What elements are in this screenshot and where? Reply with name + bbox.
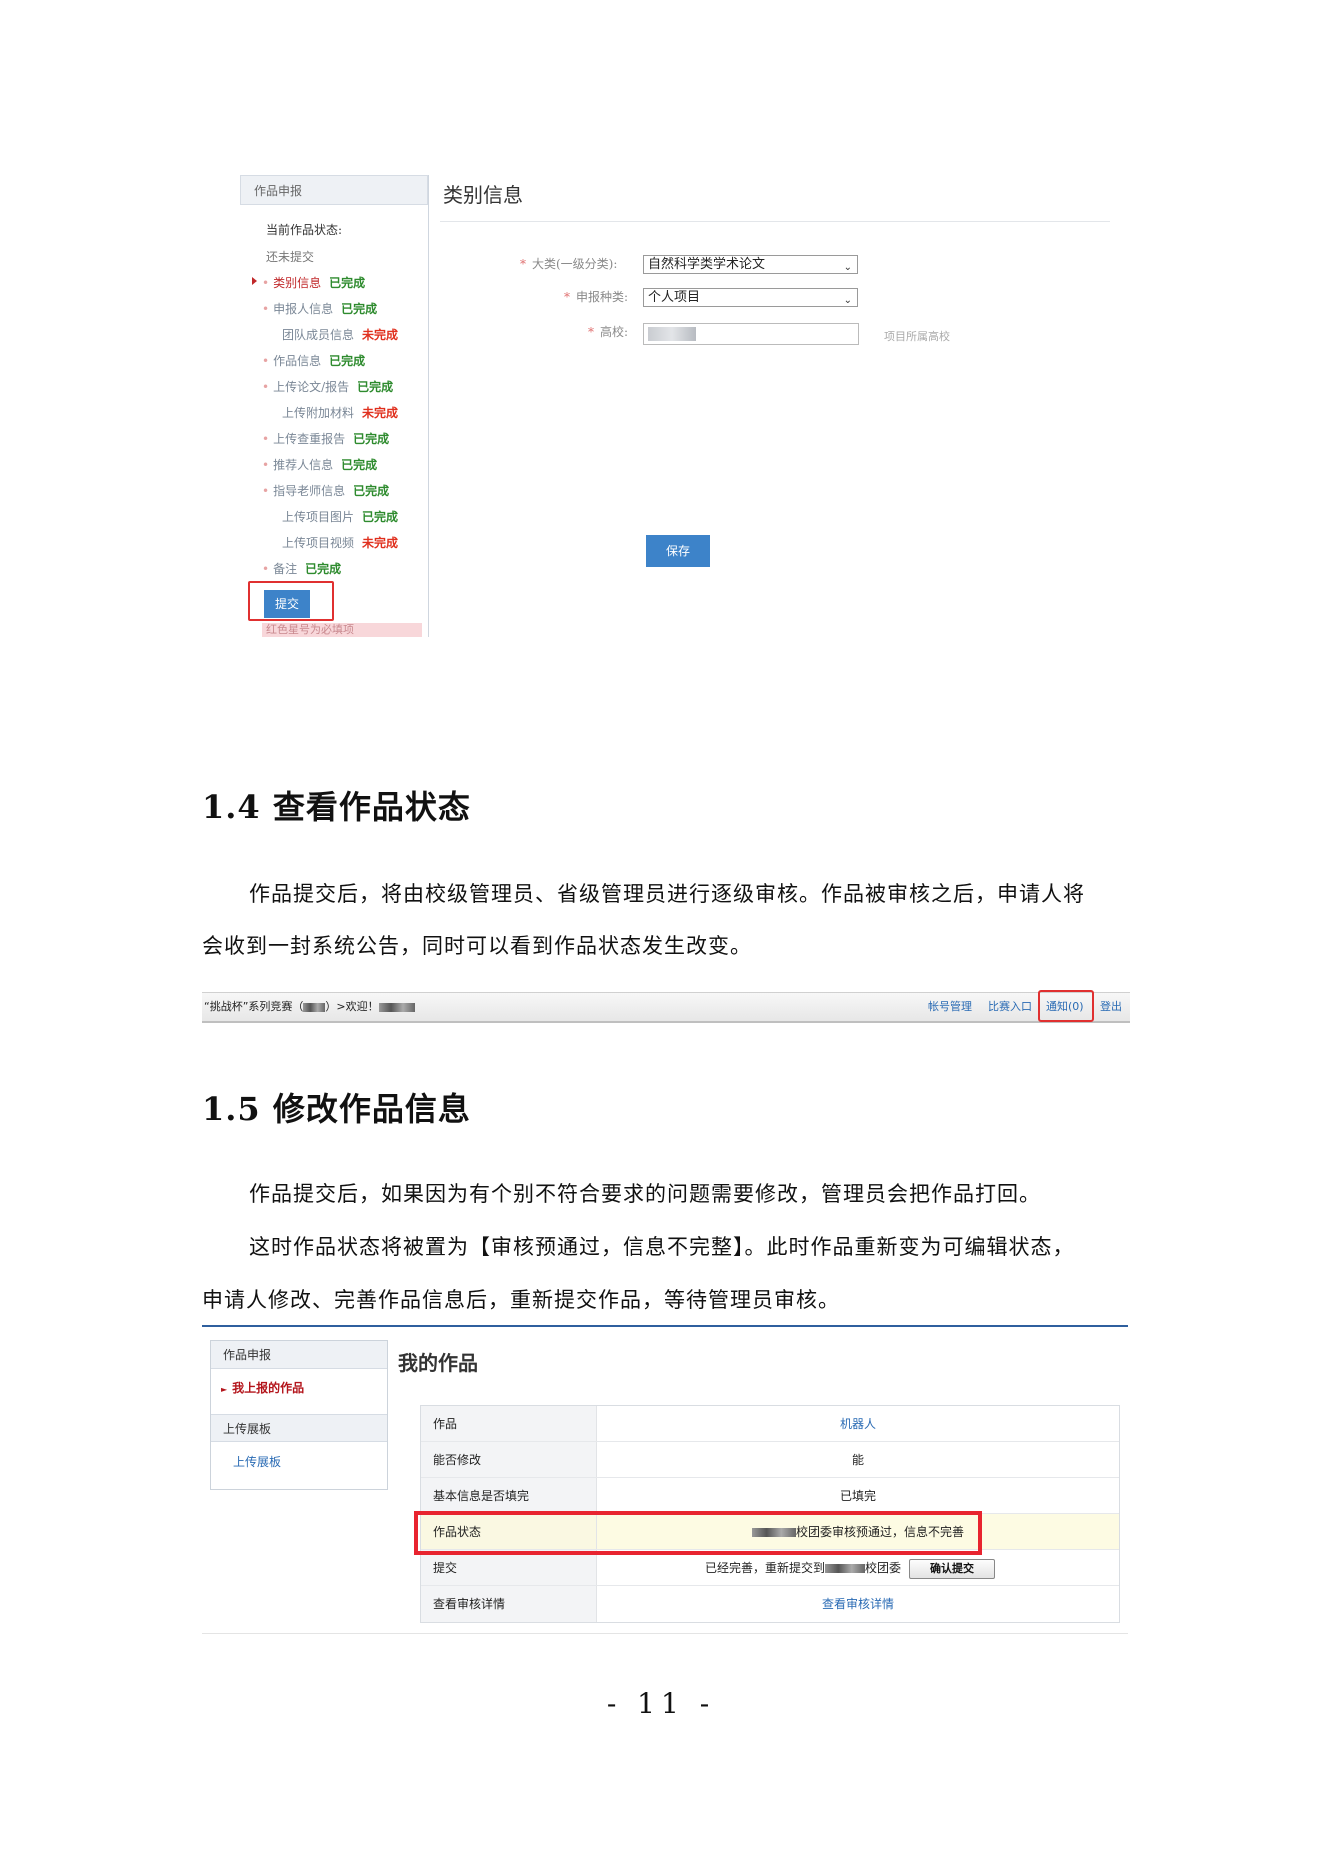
- active-arrow-icon: [252, 277, 257, 285]
- sidebar-item-applicant[interactable]: • 申报人信息 已完成: [262, 301, 377, 317]
- works-sidebar: 作品申报 ► 我上报的作品 上传展板 上传展板: [210, 1340, 388, 1490]
- submit-row-value: 已经完善，重新提交到 校团委 确认提交: [597, 1550, 1119, 1585]
- section15-para1: 作品提交后，如果因为有个别不符合要求的问题需要修改，管理员会把作品打回。: [249, 1182, 1041, 1206]
- notice-highlight-box: [1038, 990, 1094, 1022]
- sidebar-item-team[interactable]: 团队成员信息 未完成: [282, 327, 398, 343]
- review-details-link[interactable]: 查看审核详情: [597, 1586, 1119, 1622]
- row-label: 作品: [421, 1406, 597, 1441]
- my-works-title: 我的作品: [398, 1351, 478, 1375]
- main-title: 类别信息: [443, 183, 523, 207]
- section15-para2-line2: 申请人修改、完善作品信息后，重新提交作品，等待管理员审核。: [202, 1288, 840, 1312]
- row-value: 能: [851, 1453, 864, 1467]
- welcome-text: “挑战杯”系列竞赛（ ）>欢迎！: [204, 998, 415, 1014]
- category-label: * 大类(一级分类):: [520, 257, 618, 271]
- section14-para-line2: 会收到一封系统公告，同时可以看到作品状态发生改变。: [202, 934, 752, 958]
- active-arrow-icon: ►: [221, 1385, 228, 1394]
- table-row: 作品 机器人: [421, 1406, 1119, 1442]
- row-label: 能否修改: [421, 1442, 597, 1477]
- type-label: * 申报种类:: [564, 290, 629, 304]
- table-row: 基本信息是否填完 已填完: [421, 1478, 1119, 1514]
- section15-para2-line1: 这时作品状态将被置为【审核预通过，信息不完整】。此时作品重新变为可编辑状态，: [249, 1235, 1075, 1259]
- sidebar-item-attachments[interactable]: 上传附加材料 未完成: [282, 405, 398, 421]
- chevron-down-icon: ⌄: [843, 295, 852, 306]
- category-info-screenshot: 作品申报 当前作品状态: 还未提交 • 类别信息 已完成 • 申报人信息 已完成 团队成…: [240, 175, 1120, 637]
- table-row: 查看审核详情 查看审核详情: [421, 1586, 1119, 1622]
- save-button[interactable]: 保存: [646, 535, 710, 567]
- status-value: 还未提交: [266, 250, 315, 264]
- sidebar-item-images[interactable]: 上传项目图片 已完成: [282, 509, 398, 525]
- sidebar-item-work[interactable]: • 作品信息 已完成: [262, 353, 365, 369]
- sidebar-title: 作品申报: [240, 175, 428, 205]
- redacted-text: [378, 1002, 415, 1012]
- school-label: * 高校:: [588, 325, 629, 339]
- redacted-text: [303, 1002, 326, 1012]
- top-bar-screenshot: “挑战杯”系列竞赛（ ）>欢迎！ 帐号管理 比赛入口 通知(0) 登出: [202, 980, 1130, 1026]
- sidebar-item-category[interactable]: • 类别信息 已完成: [262, 275, 365, 291]
- logout-link[interactable]: 登出: [1100, 998, 1122, 1014]
- section14-para-line1: 作品提交后，将由校级管理员、省级管理员进行逐级审核。作品被审核之后，申请人将: [249, 882, 1085, 906]
- contest-link[interactable]: 比赛入口: [988, 998, 1032, 1014]
- bottom-divider: [202, 1633, 1128, 1634]
- redacted-text: [825, 1564, 866, 1573]
- page-number: - 11 -: [606, 1687, 716, 1720]
- status-highlight-box: [414, 1511, 982, 1555]
- sidebar-item-remarks[interactable]: • 备注 已完成: [262, 561, 341, 577]
- section-heading-1-5: 1.5 修改作品信息: [202, 1090, 471, 1128]
- section-heading-1-4: 1.4 查看作品状态: [202, 788, 471, 826]
- confirm-submit-button[interactable]: 确认提交: [909, 1558, 996, 1579]
- sidebar-head-submission: 作品申报: [211, 1341, 387, 1369]
- account-link[interactable]: 帐号管理: [928, 998, 972, 1014]
- status-title: 当前作品状态:: [266, 223, 343, 237]
- submission-sidebar: 作品申报 当前作品状态: 还未提交 • 类别信息 已完成 • 申报人信息 已完成 团队成…: [240, 175, 429, 637]
- row-label: 基本信息是否填完: [421, 1478, 597, 1513]
- table-row: 能否修改 能: [421, 1442, 1119, 1478]
- table-row: 提交 已经完善，重新提交到 校团委 确认提交: [421, 1550, 1119, 1586]
- school-input[interactable]: [643, 323, 859, 345]
- submit-highlight-box: [248, 581, 334, 621]
- type-select[interactable]: 个人项目 ⌄: [643, 288, 858, 307]
- required-note: 红色星号为必填项: [262, 623, 422, 637]
- work-link[interactable]: 机器人: [597, 1406, 1119, 1441]
- sidebar-link-my-works[interactable]: ► 我上报的作品: [221, 1379, 304, 1396]
- sidebar-item-video[interactable]: 上传项目视频 未完成: [282, 535, 398, 551]
- sidebar-item-paper[interactable]: • 上传论文/报告 已完成: [262, 379, 393, 395]
- row-value: 已填完: [839, 1489, 876, 1503]
- my-works-screenshot: 作品申报 ► 我上报的作品 上传展板 上传展板 我的作品 作品 机器人 能否修改 …: [202, 1325, 1128, 1637]
- row-label: 提交: [421, 1550, 597, 1585]
- title-divider: [440, 221, 1110, 222]
- sidebar-item-plagiarism[interactable]: • 上传查重报告 已完成: [262, 431, 389, 447]
- row-label: 查看审核详情: [421, 1586, 597, 1622]
- chevron-down-icon: ⌄: [843, 262, 852, 273]
- sidebar-item-advisor[interactable]: • 指导老师信息 已完成: [262, 483, 389, 499]
- redacted-text: [648, 327, 696, 341]
- sidebar-link-upload-board[interactable]: 上传展板: [233, 1453, 281, 1470]
- sidebar-item-recommender[interactable]: • 推荐人信息 已完成: [262, 457, 377, 473]
- category-select[interactable]: 自然科学类学术论文 ⌄: [643, 255, 858, 274]
- school-hint: 项目所属高校: [884, 330, 950, 343]
- top-divider: [202, 1325, 1128, 1327]
- sidebar-head-board: 上传展板: [211, 1414, 387, 1442]
